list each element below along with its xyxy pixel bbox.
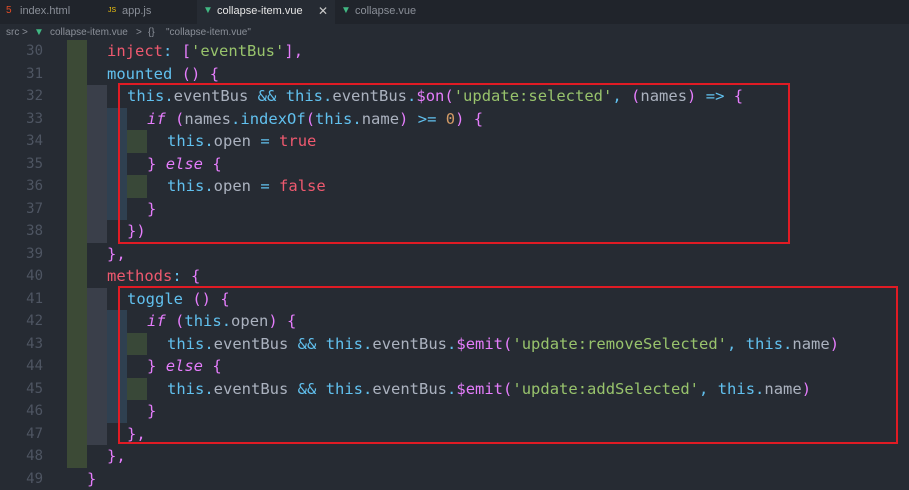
- line-number: 48: [0, 445, 43, 468]
- code-line[interactable]: 49}: [0, 468, 909, 490]
- indent-guide: [87, 130, 107, 153]
- tab-collapse-vue[interactable]: ▼ collapse.vue: [335, 0, 445, 24]
- line-number: 41: [0, 288, 43, 311]
- indent-guide: [87, 400, 107, 423]
- indent-guide: [67, 400, 87, 423]
- indent-guide: [87, 108, 107, 131]
- indent-guide: [67, 198, 87, 221]
- chevron-right-icon: >: [22, 27, 28, 38]
- indent-guide: [67, 423, 87, 446]
- indent-guide: [67, 288, 87, 311]
- indent-guide: [87, 220, 107, 243]
- breadcrumb-item[interactable]: collapse-item.vue: [50, 27, 128, 38]
- vue-icon: ▼: [203, 5, 213, 17]
- indent-guide: [87, 85, 107, 108]
- highlight-box: [118, 286, 898, 444]
- indent-guide: [87, 198, 107, 221]
- line-number: 42: [0, 310, 43, 333]
- tab-bar: 5 index.html JS app.js ▼ collapse-item.v…: [0, 0, 909, 24]
- indent-guide: [87, 153, 107, 176]
- close-icon[interactable]: ✕: [318, 4, 328, 18]
- indent-guide: [67, 333, 87, 356]
- vue-icon: ▼: [341, 5, 351, 17]
- line-number: 33: [0, 108, 43, 131]
- indent-guide: [67, 63, 87, 86]
- breadcrumb-item[interactable]: src: [6, 27, 19, 38]
- indent-guide: [67, 175, 87, 198]
- code-text: inject: ['eventBus'],: [107, 40, 303, 63]
- line-number: 40: [0, 265, 43, 288]
- indent-guide: [87, 333, 107, 356]
- indent-guide: [67, 220, 87, 243]
- tab-label: collapse-item.vue: [217, 5, 303, 17]
- line-number: 45: [0, 378, 43, 401]
- line-number: 35: [0, 153, 43, 176]
- code-text: mounted () {: [107, 63, 219, 86]
- code-text: },: [107, 445, 126, 468]
- code-line[interactable]: 40 methods: {: [0, 265, 909, 288]
- code-text: methods: {: [107, 265, 200, 288]
- code-text: },: [107, 243, 126, 266]
- line-number: 39: [0, 243, 43, 266]
- tab-app-js[interactable]: JS app.js: [102, 0, 197, 24]
- line-number: 47: [0, 423, 43, 446]
- indent-guide: [67, 355, 87, 378]
- indent-guide: [67, 310, 87, 333]
- js-icon: JS: [108, 5, 116, 17]
- line-number: 49: [0, 468, 43, 490]
- tab-label: collapse.vue: [355, 5, 416, 17]
- indent-guide: [67, 153, 87, 176]
- code-text: }: [87, 468, 96, 490]
- html5-icon: 5: [6, 5, 12, 17]
- code-line[interactable]: 30 inject: ['eventBus'],: [0, 40, 909, 63]
- indent-guide: [67, 445, 87, 468]
- indent-guide: [87, 423, 107, 446]
- tab-label: app.js: [122, 5, 151, 17]
- line-number: 34: [0, 130, 43, 153]
- line-number: 46: [0, 400, 43, 423]
- indent-guide: [67, 108, 87, 131]
- line-number: 31: [0, 63, 43, 86]
- line-number: 38: [0, 220, 43, 243]
- vue-icon: ▼: [34, 27, 44, 38]
- line-number: 44: [0, 355, 43, 378]
- breadcrumb-item[interactable]: "collapse-item.vue": [166, 27, 251, 38]
- indent-guide: [87, 378, 107, 401]
- line-number: 36: [0, 175, 43, 198]
- line-number: 30: [0, 40, 43, 63]
- tab-collapse-item-vue[interactable]: ▼ collapse-item.vue ✕: [197, 0, 335, 24]
- indent-guide: [67, 85, 87, 108]
- code-line[interactable]: 48},: [0, 445, 909, 468]
- indent-guide: [87, 355, 107, 378]
- code-line[interactable]: 31 mounted () {: [0, 63, 909, 86]
- indent-guide: [67, 243, 87, 266]
- tab-label: index.html: [20, 5, 70, 17]
- indent-guide: [67, 40, 87, 63]
- indent-guide: [87, 288, 107, 311]
- line-number: 32: [0, 85, 43, 108]
- line-number: 43: [0, 333, 43, 356]
- indent-guide: [67, 130, 87, 153]
- line-number: 37: [0, 198, 43, 221]
- indent-guide: [87, 175, 107, 198]
- tab-index-html[interactable]: 5 index.html: [0, 0, 102, 24]
- highlight-box: [118, 83, 790, 244]
- indent-guide: [67, 265, 87, 288]
- indent-guide: [87, 310, 107, 333]
- braces-icon: {}: [148, 27, 155, 38]
- indent-guide: [67, 378, 87, 401]
- chevron-right-icon: >: [136, 27, 142, 38]
- code-line[interactable]: 39},: [0, 243, 909, 266]
